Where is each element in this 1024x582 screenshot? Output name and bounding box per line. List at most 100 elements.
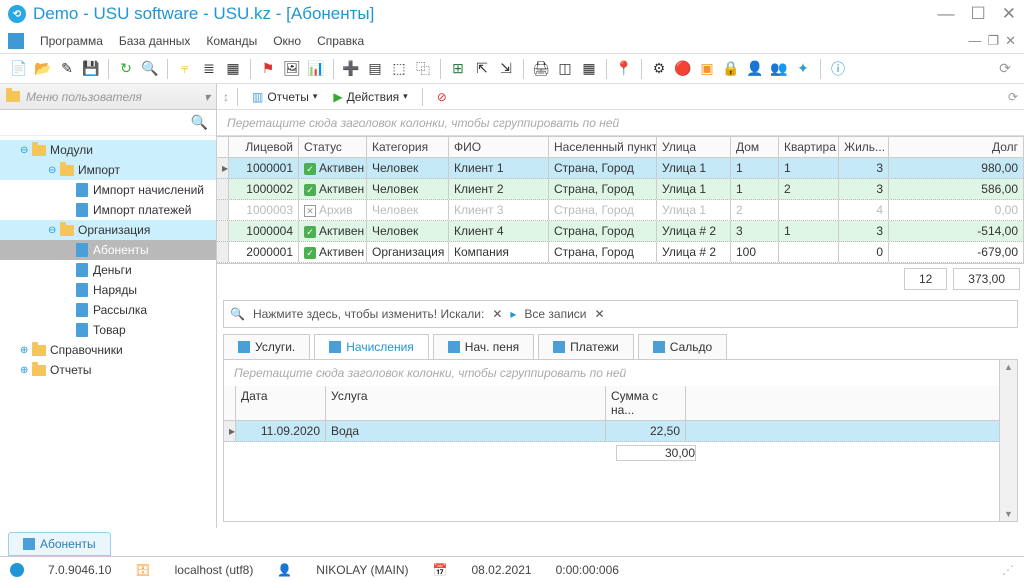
tool-palette-icon[interactable]: 🔴 xyxy=(672,58,694,80)
tool-copy-icon[interactable]: ⿻ xyxy=(412,58,434,80)
tool-import-icon[interactable]: ⇲ xyxy=(495,58,517,80)
col-residents[interactable]: Жиль... xyxy=(839,137,889,157)
tool-filter-icon[interactable]: ⫧ xyxy=(174,58,196,80)
tool-edit-icon[interactable]: ✎ xyxy=(56,58,78,80)
col-house[interactable]: Дом xyxy=(731,137,779,157)
maximize-button[interactable]: ☐ xyxy=(971,4,986,24)
tree-money[interactable]: Деньги xyxy=(0,260,216,280)
grid-search-bar[interactable]: 🔍 Нажмите здесь, чтобы изменить! Искали:… xyxy=(223,300,1018,328)
tab-icon xyxy=(238,341,250,353)
tool-group-icon[interactable]: ▦ xyxy=(222,58,244,80)
tool-users-icon[interactable]: 👥 xyxy=(768,58,790,80)
col-street[interactable]: Улица xyxy=(657,137,731,157)
page-icon xyxy=(76,263,88,277)
col-category[interactable]: Категория xyxy=(367,137,449,157)
page-icon xyxy=(76,303,88,317)
tool-add-icon[interactable]: ➕ xyxy=(340,58,362,80)
table-row[interactable]: 1000002✓АктивенЧеловекКлиент 2Страна, Го… xyxy=(217,179,1024,200)
tree-search[interactable]: 🔍 xyxy=(0,110,216,136)
tree-subscribers[interactable]: Абоненты xyxy=(0,240,216,260)
tool-print-icon[interactable]: 🖨 xyxy=(530,58,552,80)
tree-reports[interactable]: ⊕Отчеты xyxy=(0,360,216,380)
tool-search-icon[interactable]: 🔍 xyxy=(139,58,161,80)
tab-penalty[interactable]: Нач. пеня xyxy=(433,334,534,359)
tree-organization[interactable]: ⊖Организация xyxy=(0,220,216,240)
mdi-close-button[interactable]: ✕ xyxy=(1005,33,1016,49)
tool-export-icon[interactable]: ⇱ xyxy=(471,58,493,80)
tool-refresh-icon[interactable]: ↻ xyxy=(115,58,137,80)
tool-rss-icon[interactable]: ▣ xyxy=(696,58,718,80)
tool-window-icon[interactable]: ⬚ xyxy=(388,58,410,80)
table-row[interactable]: ▸1000001✓АктивенЧеловекКлиент 1Страна, Г… xyxy=(217,158,1024,179)
window-title: Demo - USU software - USU.kz - [Абоненты… xyxy=(33,4,374,24)
dcol-service[interactable]: Услуга xyxy=(326,386,606,420)
close-button[interactable]: ✕ xyxy=(1002,4,1016,24)
col-debt[interactable]: Долг xyxy=(889,137,1024,157)
tree-import-charges[interactable]: Импорт начислений xyxy=(0,180,216,200)
table-row[interactable]: 2000001✓АктивенОрганизацияКомпанияСтрана… xyxy=(217,242,1024,263)
stop-button[interactable]: ⊘ xyxy=(431,88,453,106)
tab-payments[interactable]: Платежи xyxy=(538,334,634,359)
tool-info-icon[interactable]: ⓘ xyxy=(827,58,849,80)
col-city[interactable]: Населенный пункт xyxy=(549,137,657,157)
content-area: ↕ ▥Отчеты▾ ▶Действия▾ ⊘ ⟳ Перетащите сюд… xyxy=(217,84,1024,528)
tool-user-icon[interactable]: 👤 xyxy=(744,58,766,80)
tree-import-payments[interactable]: Импорт платежей xyxy=(0,200,216,220)
tool-open-icon[interactable]: 📂 xyxy=(32,58,54,80)
window-tab-subscribers[interactable]: Абоненты xyxy=(8,532,111,556)
tool-chart-icon[interactable]: 📊 xyxy=(305,58,327,80)
user-menu-header[interactable]: Меню пользователя ▾ xyxy=(0,84,216,110)
tool-sort-icon[interactable]: ≣ xyxy=(198,58,220,80)
menu-commands[interactable]: Команды xyxy=(198,30,265,52)
clear-search-icon[interactable]: ✕ xyxy=(492,307,502,321)
tool-flag-icon[interactable]: ⚑ xyxy=(257,58,279,80)
tool-overflow-icon[interactable]: ⟳ xyxy=(994,58,1016,80)
tree-import[interactable]: ⊖Импорт xyxy=(0,160,216,180)
col-status[interactable]: Статус xyxy=(299,137,367,157)
tab-services[interactable]: Услуги. xyxy=(223,334,310,359)
actions-button[interactable]: ▶Действия▾ xyxy=(327,88,413,106)
dcol-sum[interactable]: Сумма с на... xyxy=(606,386,686,420)
menu-help[interactable]: Справка xyxy=(309,30,372,52)
tab-balance[interactable]: Сальдо xyxy=(638,334,727,359)
page-icon xyxy=(76,323,88,337)
table-row[interactable]: 1000003✕АрхивЧеловекКлиент 3Страна, Горо… xyxy=(217,200,1024,221)
menu-window[interactable]: Окно xyxy=(265,30,309,52)
reports-button[interactable]: ▥Отчеты▾ xyxy=(246,88,323,106)
tool-clean-icon[interactable]: ✦ xyxy=(792,58,814,80)
mdi-minimize-button[interactable]: — xyxy=(968,33,981,49)
tool-excel-icon[interactable]: ⊞ xyxy=(447,58,469,80)
detail-header-row: Дата Услуга Сумма с на... xyxy=(224,386,999,421)
clear-filter-icon[interactable]: ✕ xyxy=(595,307,605,321)
mdi-restore-button[interactable]: ❐ xyxy=(987,33,999,49)
tool-save-icon[interactable]: 💾 xyxy=(80,58,102,80)
tool-lock-icon[interactable]: 🔒 xyxy=(720,58,742,80)
status-info-icon xyxy=(10,563,24,577)
col-fio[interactable]: ФИО xyxy=(449,137,549,157)
tree-orders[interactable]: Наряды xyxy=(0,280,216,300)
menu-database[interactable]: База данных xyxy=(111,30,198,52)
menu-program[interactable]: Программа xyxy=(32,30,111,52)
col-flat[interactable]: Квартира xyxy=(779,137,839,157)
col-account[interactable]: Лицевой xyxy=(229,137,299,157)
tree-modules[interactable]: ⊖Модули xyxy=(0,140,216,160)
tool-new-icon[interactable]: 📄 xyxy=(8,58,30,80)
detail-row[interactable]: ▸ 11.09.2020 Вода 22,50 xyxy=(224,421,999,442)
tab-icon xyxy=(653,341,665,353)
tool-pin-icon[interactable]: 📍 xyxy=(613,58,635,80)
table-row[interactable]: 1000004✓АктивенЧеловекКлиент 4Страна, Го… xyxy=(217,221,1024,242)
tree-goods[interactable]: Товар xyxy=(0,320,216,340)
tab-charges[interactable]: Начисления xyxy=(314,334,429,359)
tool-gear-icon[interactable]: ⚙ xyxy=(648,58,670,80)
resize-grip-icon[interactable]: ⋰ xyxy=(1002,563,1014,577)
tool-preview-icon[interactable]: ▦ xyxy=(578,58,600,80)
tool-designer-icon[interactable]: ◫ xyxy=(554,58,576,80)
tree-refs[interactable]: ⊕Справочники xyxy=(0,340,216,360)
dcol-date[interactable]: Дата xyxy=(236,386,326,420)
tool-image-icon[interactable]: 🖼 xyxy=(281,58,303,80)
tool-layout-icon[interactable]: ▤ xyxy=(364,58,386,80)
detail-scrollbar[interactable]: ▲▼ xyxy=(999,360,1017,521)
status-version: 7.0.9046.10 xyxy=(48,563,111,577)
tree-mailing[interactable]: Рассылка xyxy=(0,300,216,320)
minimize-button[interactable]: — xyxy=(938,4,955,24)
